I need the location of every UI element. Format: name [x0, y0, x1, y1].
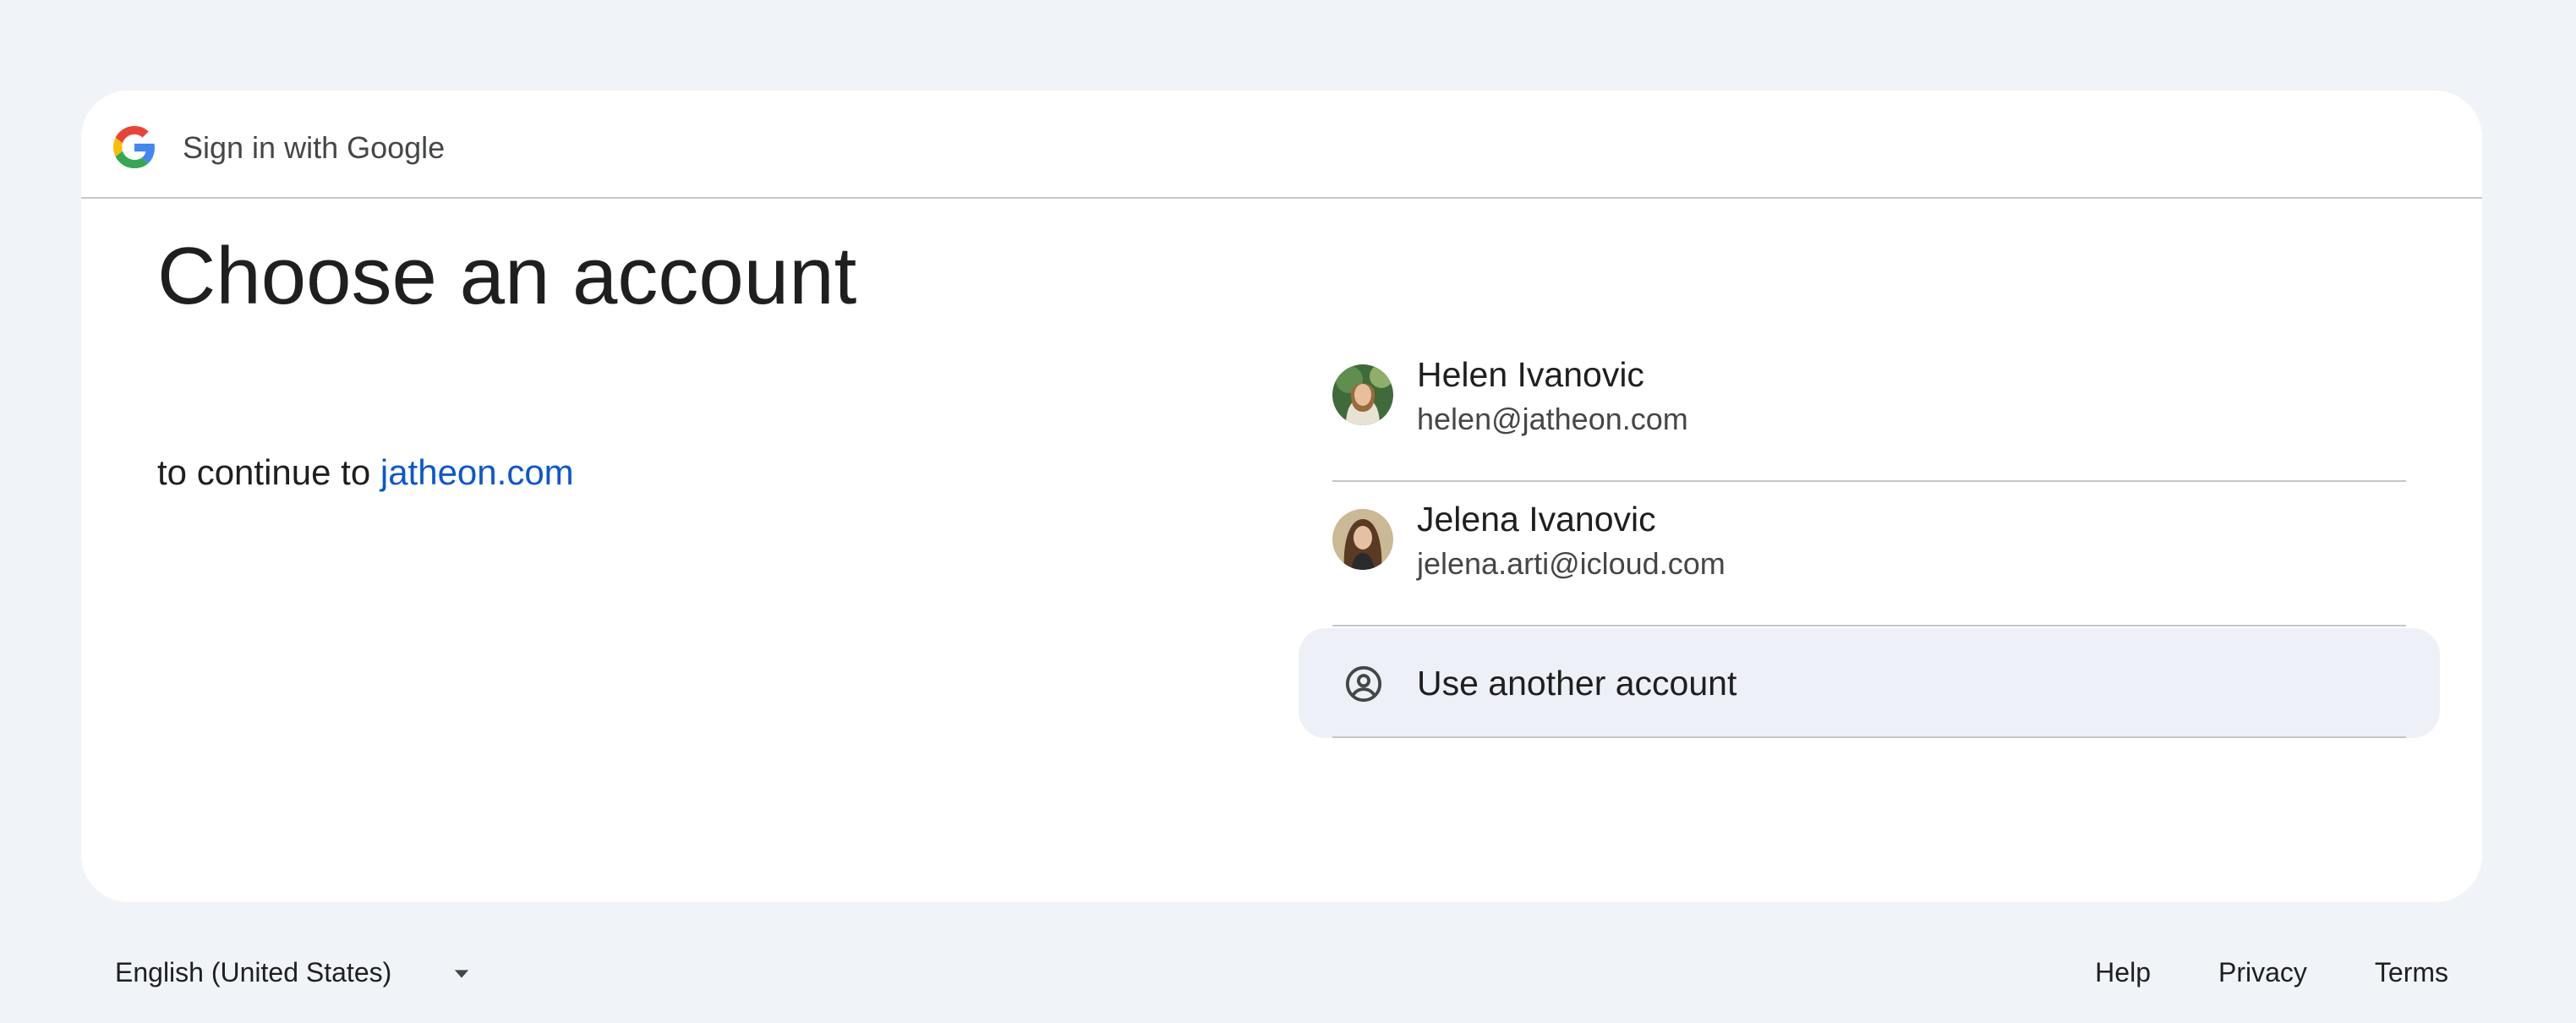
account-circle-icon — [1345, 665, 1382, 703]
footer: English (United States) Help Privacy Ter… — [0, 947, 2576, 998]
avatar — [1332, 509, 1393, 570]
header-title: Sign in with Google — [183, 130, 446, 165]
avatar — [1332, 364, 1393, 425]
account-list: Helen Ivanovic helen@jatheon.com Jelena … — [1299, 337, 2440, 738]
account-item[interactable]: Helen Ivanovic helen@jatheon.com — [1332, 337, 2406, 482]
google-g-icon — [113, 126, 155, 168]
help-link[interactable]: Help — [2095, 954, 2151, 991]
card-header: Sign in with Google — [81, 90, 2482, 199]
avatar-photo-icon — [1332, 509, 1393, 570]
account-name: Jelena Ivanovic — [1417, 500, 1656, 539]
page-title: Choose an account — [157, 231, 857, 321]
subheading: to continue to jatheon.com — [157, 449, 574, 496]
account-name: Helen Ivanovic — [1417, 355, 1644, 394]
footer-links: Help Privacy Terms — [2095, 954, 2448, 991]
account-item[interactable]: Jelena Ivanovic jelena.arti@icloud.com — [1332, 482, 2406, 626]
privacy-link[interactable]: Privacy — [2218, 954, 2307, 991]
terms-link[interactable]: Terms — [2375, 954, 2448, 991]
account-email: helen@jatheon.com — [1417, 402, 1688, 436]
use-another-account-button[interactable]: Use another account — [1299, 628, 2440, 738]
language-select[interactable]: English (United States) — [115, 954, 487, 991]
caret-down-icon — [454, 970, 469, 978]
account-email: jelena.arti@icloud.com — [1417, 546, 1726, 581]
language-label: English (United States) — [115, 957, 392, 987]
subheading-prefix: to continue to — [157, 452, 371, 492]
avatar-photo-icon — [1332, 364, 1393, 425]
use-another-account-label: Use another account — [1417, 664, 1737, 703]
app-domain-link[interactable]: jatheon.com — [380, 452, 574, 492]
